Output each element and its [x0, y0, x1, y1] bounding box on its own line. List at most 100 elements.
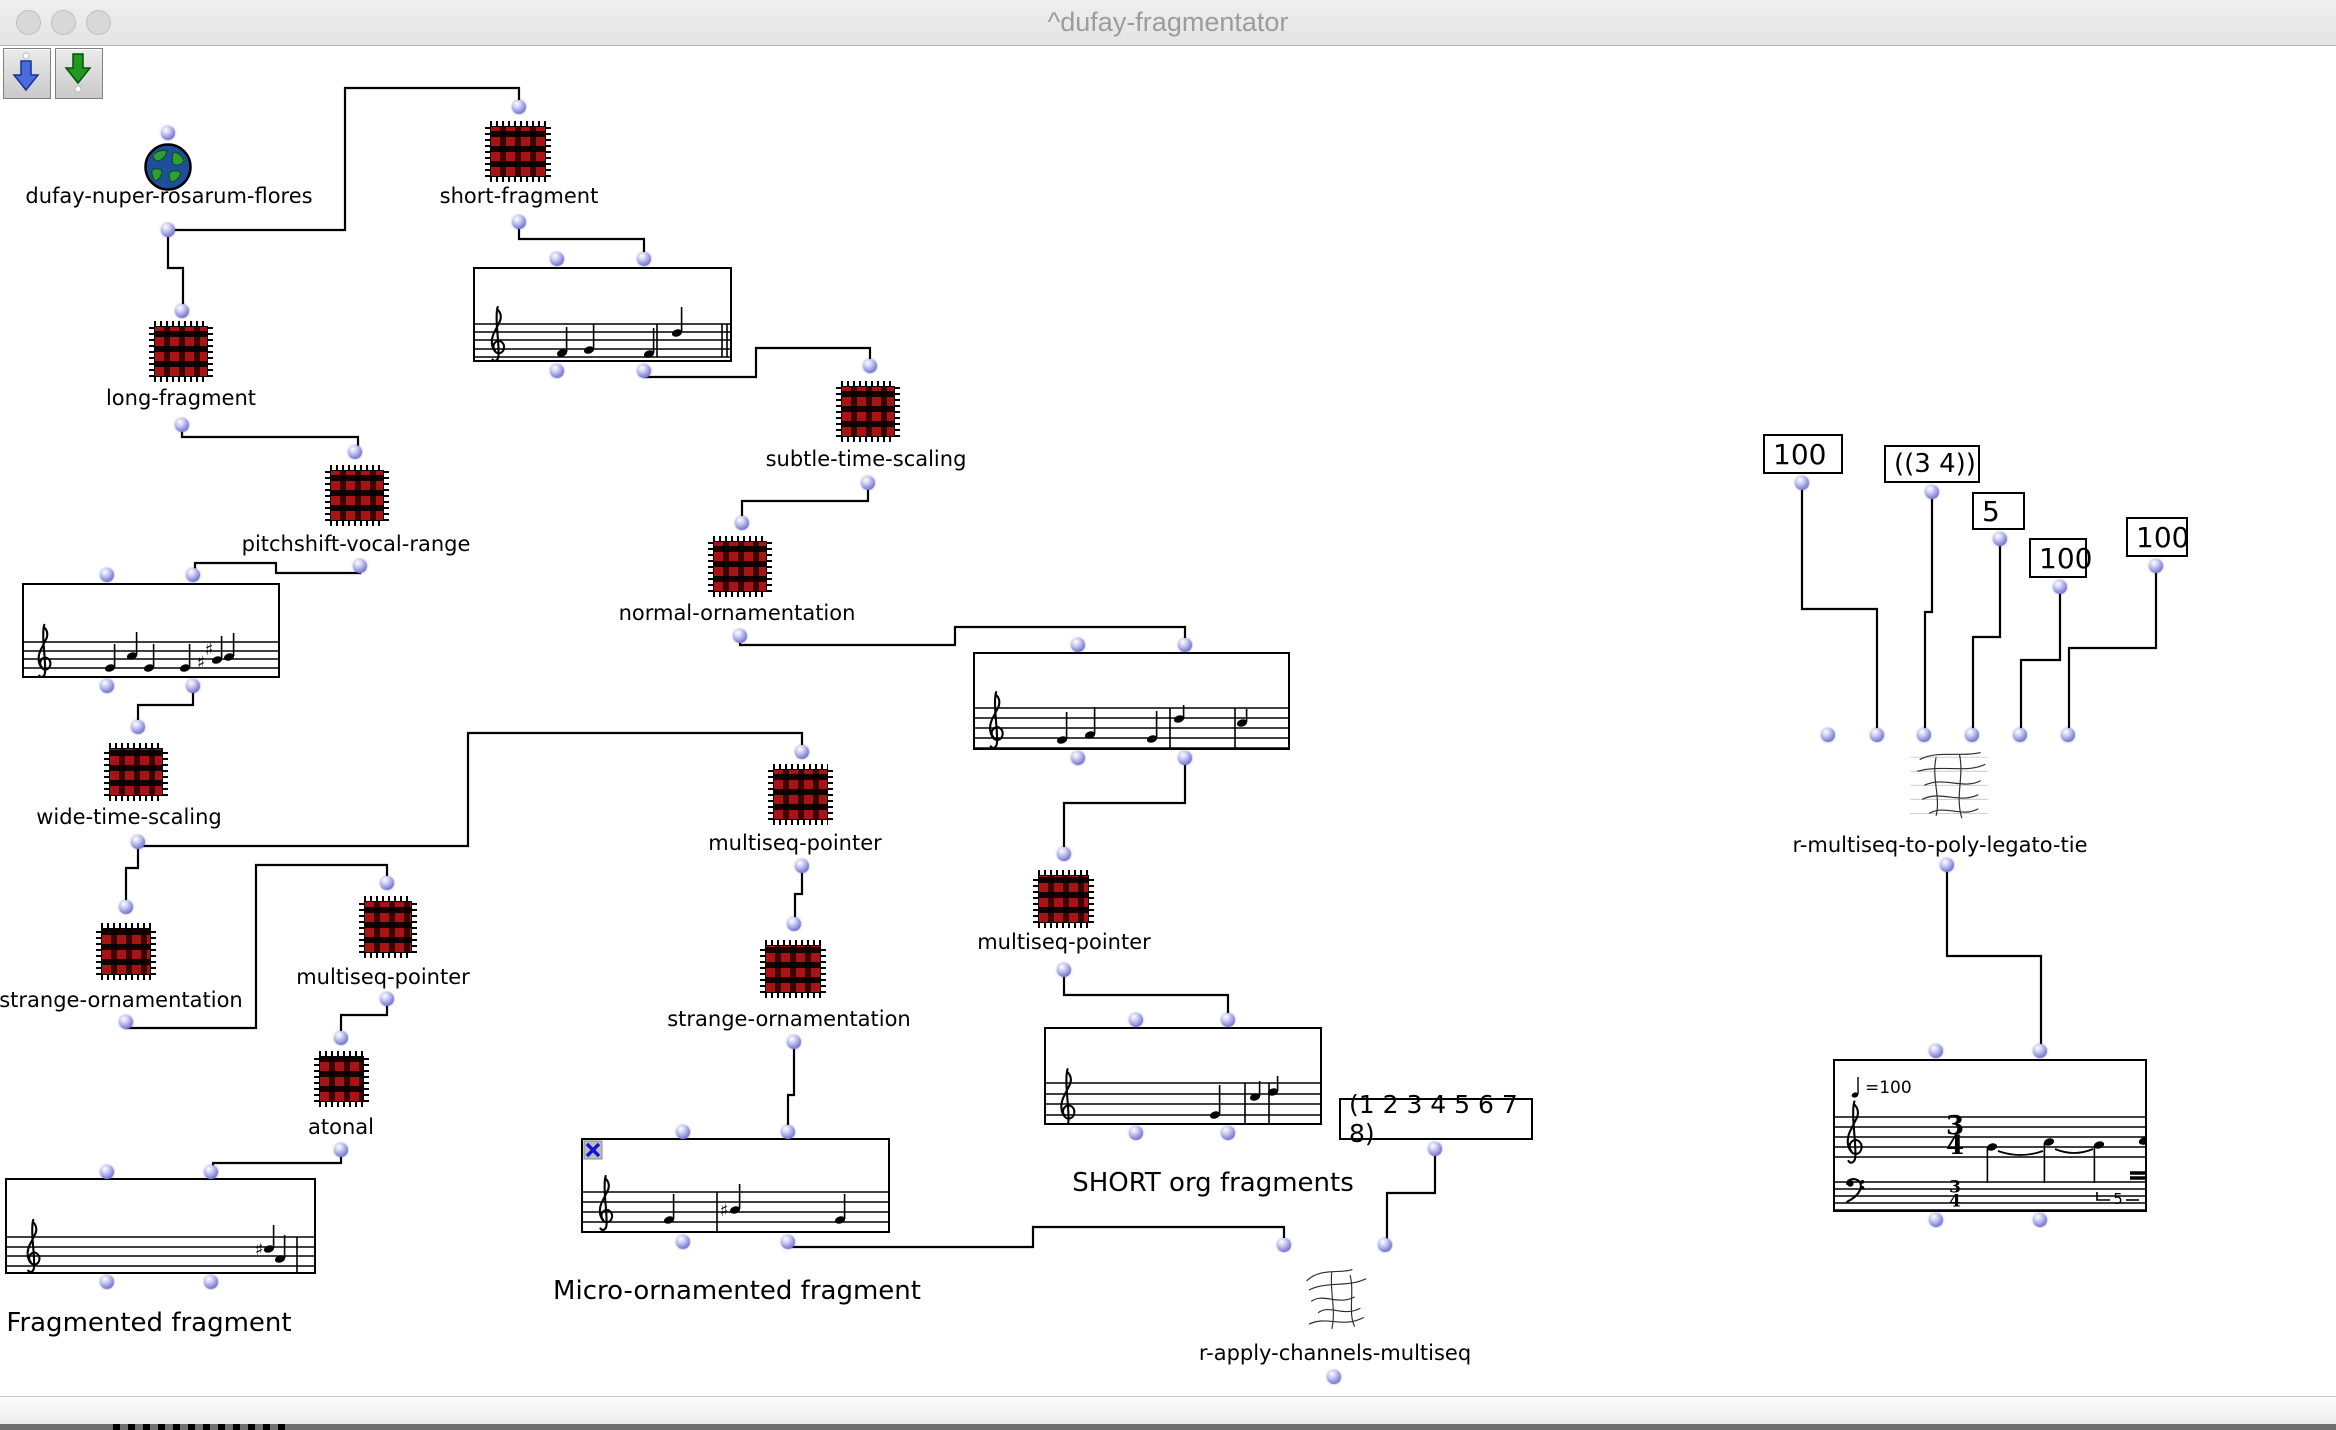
score-inlet[interactable]	[1071, 638, 1085, 652]
number-box-3-4[interactable]: ((3 4))	[1884, 445, 1980, 483]
score-short-fragment-view[interactable]	[473, 267, 732, 362]
number-box-100-a[interactable]: 100	[1763, 434, 1843, 474]
score-outlet[interactable]	[204, 1275, 218, 1289]
outlet[interactable]	[1428, 1142, 1442, 1156]
inlet[interactable]	[1965, 728, 1979, 742]
inlet[interactable]	[1821, 728, 1835, 742]
score-inlet[interactable]	[1221, 1013, 1235, 1027]
outlet[interactable]	[787, 1035, 801, 1049]
title-bar[interactable]: ^dufay-fragmentator	[0, 0, 2336, 46]
score-outlet[interactable]	[1929, 1213, 1943, 1227]
score-inlet[interactable]	[2033, 1044, 2047, 1058]
long-fragment-icon[interactable]	[149, 321, 213, 382]
pitchshift-vocal-range-icon[interactable]	[325, 465, 389, 526]
inlet[interactable]	[334, 1031, 348, 1045]
score-outlet[interactable]	[637, 364, 651, 378]
outlet[interactable]	[733, 629, 747, 643]
inlet[interactable]	[1378, 1238, 1392, 1252]
inlet[interactable]	[1917, 728, 1931, 742]
outlet[interactable]	[175, 418, 189, 432]
inlet[interactable]	[175, 304, 189, 318]
multiseq-pointer-right-icon[interactable]	[1033, 870, 1094, 928]
inlet[interactable]	[380, 876, 394, 890]
score-outlet[interactable]	[550, 364, 564, 378]
outlet[interactable]	[1940, 858, 1954, 872]
sketch-thumbnail-icon[interactable]	[1908, 745, 1990, 828]
score-inlet[interactable]	[186, 568, 200, 582]
inlet[interactable]	[1277, 1238, 1291, 1252]
score-poly-result[interactable]: 34345=100	[1833, 1059, 2147, 1212]
inlet[interactable]	[863, 359, 877, 373]
score-outlet[interactable]	[1221, 1126, 1235, 1140]
atonal-icon[interactable]	[314, 1051, 369, 1107]
patcher-canvas[interactable]: ♯♯♯♯34345=100dufay-nuper-rosarum-floress…	[0, 45, 2336, 1396]
score-outlet[interactable]	[100, 679, 114, 693]
score-outlet[interactable]	[2033, 1213, 2047, 1227]
number-box-100-b[interactable]: 100	[2029, 538, 2087, 578]
outlet[interactable]	[334, 1143, 348, 1157]
number-box-list-1-8[interactable]: (1 2 3 4 5 6 7 8)	[1339, 1098, 1533, 1140]
score-short-org-fragments[interactable]	[1044, 1027, 1322, 1125]
green-down-arrow-button[interactable]	[55, 48, 103, 99]
outlet[interactable]	[380, 992, 394, 1006]
score-inlet[interactable]	[1129, 1013, 1143, 1027]
short-fragment-icon[interactable]	[485, 121, 551, 182]
inlet[interactable]	[2013, 728, 2027, 742]
blue-down-arrow-button[interactable]	[3, 48, 51, 99]
score-inlet[interactable]	[1929, 1044, 1943, 1058]
outlet[interactable]	[131, 835, 145, 849]
outlet[interactable]	[2149, 559, 2163, 573]
normal-ornamentation-icon[interactable]	[708, 536, 772, 597]
score-outlet[interactable]	[1071, 751, 1085, 765]
score-inlet[interactable]	[100, 568, 114, 582]
inlet[interactable]	[787, 917, 801, 931]
score-inlet[interactable]	[637, 252, 651, 266]
lock-x-icon[interactable]	[584, 1141, 602, 1159]
inlet[interactable]	[161, 126, 175, 140]
score-inlet[interactable]	[100, 1165, 114, 1179]
score-outlet[interactable]	[1178, 751, 1192, 765]
horizontal-scrollbar[interactable]	[0, 1396, 2336, 1425]
score-micro-ornamented[interactable]: ♯	[581, 1138, 890, 1233]
score-outlet[interactable]	[676, 1235, 690, 1249]
outlet[interactable]	[795, 859, 809, 873]
score-pitchshifted-view[interactable]: ♯♯	[22, 583, 280, 678]
multiseq-pointer-mid-icon[interactable]	[768, 764, 833, 825]
score-outlet[interactable]	[1129, 1126, 1143, 1140]
number-box-100-c[interactable]: 100	[2126, 517, 2188, 557]
inlet[interactable]	[795, 745, 809, 759]
outlet[interactable]	[512, 215, 526, 229]
inlet[interactable]	[735, 516, 749, 530]
inlet[interactable]	[119, 900, 133, 914]
outlet[interactable]	[1057, 963, 1071, 977]
outlet[interactable]	[1925, 485, 1939, 499]
outlet[interactable]	[2053, 580, 2067, 594]
inlet[interactable]	[131, 720, 145, 734]
score-mid-view[interactable]	[973, 652, 1290, 750]
outlet[interactable]	[1795, 476, 1809, 490]
outlet[interactable]	[353, 559, 367, 573]
inlet[interactable]	[1870, 728, 1884, 742]
outlet[interactable]	[861, 476, 875, 490]
subtle-time-scaling-icon[interactable]	[836, 381, 900, 442]
sketch-thumbnail-icon[interactable]	[1295, 1258, 1380, 1338]
score-inlet[interactable]	[550, 252, 564, 266]
inlet[interactable]	[348, 445, 362, 459]
inlet[interactable]	[512, 100, 526, 114]
multiseq-pointer-left-icon[interactable]	[359, 896, 417, 958]
inlet[interactable]	[1057, 847, 1071, 861]
score-inlet[interactable]	[781, 1125, 795, 1139]
outlet[interactable]	[161, 223, 175, 237]
outlet[interactable]	[119, 1015, 133, 1029]
outlet[interactable]	[1993, 532, 2007, 546]
score-outlet[interactable]	[781, 1235, 795, 1249]
inlet[interactable]	[2061, 728, 2075, 742]
outlet[interactable]	[1327, 1370, 1341, 1384]
score-fragmented[interactable]: ♯	[5, 1178, 316, 1274]
wide-time-scaling-icon[interactable]	[104, 743, 168, 801]
score-outlet[interactable]	[186, 679, 200, 693]
score-outlet[interactable]	[100, 1275, 114, 1289]
score-inlet[interactable]	[1178, 638, 1192, 652]
score-inlet[interactable]	[676, 1125, 690, 1139]
number-box-5[interactable]: 5	[1972, 492, 2025, 530]
